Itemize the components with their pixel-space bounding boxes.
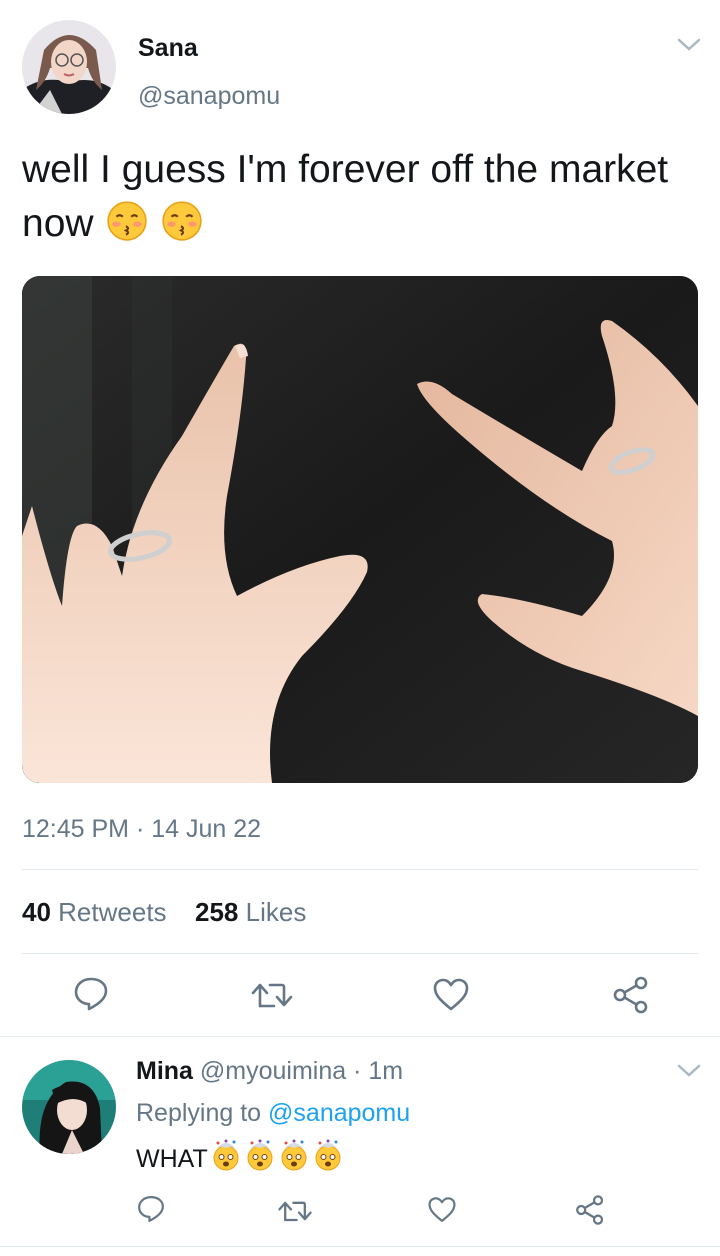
reply-text: WHAT	[136, 1139, 344, 1174]
divider	[0, 1246, 720, 1247]
chevron-down-icon[interactable]	[676, 36, 702, 54]
tweet-text: well I guess I'm forever off the market …	[22, 143, 702, 251]
likes-count[interactable]: 258	[195, 897, 238, 927]
exploding-head-icon	[315, 1139, 341, 1171]
reply-icon[interactable]	[72, 975, 110, 1013]
kissing-face-icon	[107, 201, 148, 241]
likes-label[interactable]: Likes	[246, 897, 307, 927]
exploding-head-icon	[247, 1139, 273, 1171]
reply-time[interactable]: 1m	[368, 1057, 403, 1085]
like-icon[interactable]	[432, 977, 470, 1013]
reply-author-avatar[interactable]	[22, 1060, 116, 1154]
retweet-icon[interactable]	[277, 1197, 313, 1225]
kissing-face-icon	[162, 201, 202, 241]
retweets-label[interactable]: Retweets	[58, 897, 166, 927]
share-icon[interactable]	[611, 975, 651, 1015]
reply-separator: ·	[346, 1057, 369, 1085]
replying-to-line: Replying to @sanapomu	[136, 1099, 410, 1128]
divider	[22, 869, 698, 870]
reply-icon[interactable]	[136, 1194, 166, 1224]
author-name[interactable]: Sana	[138, 34, 198, 63]
share-icon[interactable]	[574, 1194, 606, 1226]
author-avatar[interactable]	[22, 20, 116, 114]
tweet-timestamp[interactable]: 12:45 PM · 14 Jun 22	[22, 815, 261, 844]
reply-author-name[interactable]: Mina	[136, 1057, 193, 1085]
retweet-icon[interactable]	[250, 978, 294, 1012]
divider	[22, 953, 698, 954]
replying-to-prefix: Replying to	[136, 1099, 262, 1127]
reply-author-handle[interactable]: @myouimina	[200, 1057, 346, 1085]
author-handle[interactable]: @sanapomu	[138, 82, 280, 111]
like-icon[interactable]	[427, 1196, 457, 1224]
exploding-head-icon	[281, 1139, 307, 1171]
replying-to-handle[interactable]: @sanapomu	[268, 1099, 410, 1127]
tweet-stats: 40 Retweets 258 Likes	[22, 897, 306, 928]
exploding-head-icon	[213, 1139, 239, 1171]
divider	[0, 1036, 720, 1037]
reply-header: Mina @myouimina · 1m	[136, 1057, 403, 1086]
reply-text-content: WHAT	[136, 1145, 208, 1173]
tweet-media-image[interactable]	[22, 276, 698, 783]
retweets-count[interactable]: 40	[22, 897, 51, 927]
chevron-down-icon[interactable]	[676, 1062, 702, 1080]
